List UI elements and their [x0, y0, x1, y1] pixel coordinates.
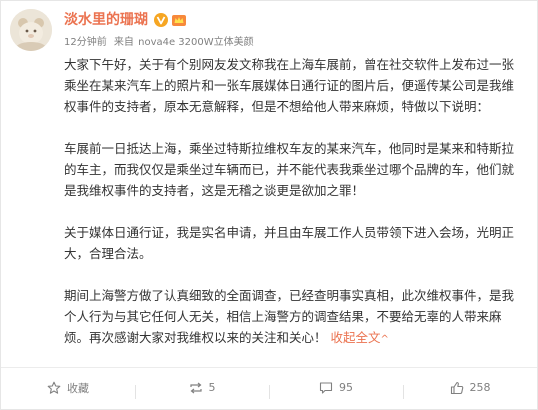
post-paragraph-3: 关于媒体日通行证，我是实名申请，并且由车展工作人员带领下进入会场，光明正大，合理…: [64, 225, 515, 261]
weibo-post-card: 淡水里的珊瑚 12分钟前 来自 nova4e 3200W立体美颜 大家下午好，关…: [0, 0, 538, 410]
collapse-label: 收起全文: [330, 330, 381, 345]
chevron-up-icon: ^: [380, 334, 389, 345]
repost-count: 5: [208, 381, 216, 394]
post-body: 大家下午好，关于有个别网友发文称我在上海车展前，曾在社交软件上发布过一张乘坐在某…: [64, 54, 524, 350]
action-bar: 收藏 5 95 258: [1, 368, 537, 407]
source-prefix: 来自: [113, 37, 134, 48]
post-paragraph-4: 期间上海警方做了认真细致的全面调查，已经查明事实真相，此次维权事件，是我个人行为…: [64, 285, 524, 350]
author-row: 淡水里的珊瑚: [64, 9, 187, 29]
post-paragraph-2: 车展前一日抵达上海，乘坐过特斯拉维权车友的某来汽车，他同时是某来和特斯拉的车主，…: [64, 141, 515, 198]
favorite-label: 收藏: [67, 381, 89, 395]
comment-button[interactable]: 95: [269, 381, 403, 399]
author-name[interactable]: 淡水里的珊瑚: [64, 9, 148, 29]
comment-count: 95: [339, 381, 353, 394]
favorite-button[interactable]: 收藏: [1, 380, 135, 396]
comment-icon: [319, 381, 333, 394]
post-time[interactable]: 12分钟前: [64, 37, 107, 48]
member-crown-icon[interactable]: [171, 12, 187, 26]
like-button[interactable]: 258: [403, 381, 537, 399]
verified-v-icon: [154, 12, 168, 27]
repost-icon: [189, 382, 202, 393]
post-meta: 12分钟前 来自 nova4e 3200W立体美颜: [64, 33, 258, 48]
like-count: 258: [469, 381, 491, 394]
post-source: nova4e 3200W立体美颜: [138, 37, 254, 48]
repost-button[interactable]: 5: [135, 381, 269, 399]
collapse-button[interactable]: 收起全文^: [331, 330, 389, 345]
post-paragraph-1: 大家下午好，关于有个别网友发文称我在上海车展前，曾在社交软件上发布过一张乘坐在某…: [64, 57, 515, 114]
star-icon: [47, 381, 61, 394]
avatar[interactable]: [10, 9, 52, 51]
post-paragraph-4-text: 期间上海警方做了认真细致的全面调查，已经查明事实真相，此次维权事件，是我个人行为…: [64, 288, 515, 345]
thumbs-up-icon: [450, 381, 463, 394]
